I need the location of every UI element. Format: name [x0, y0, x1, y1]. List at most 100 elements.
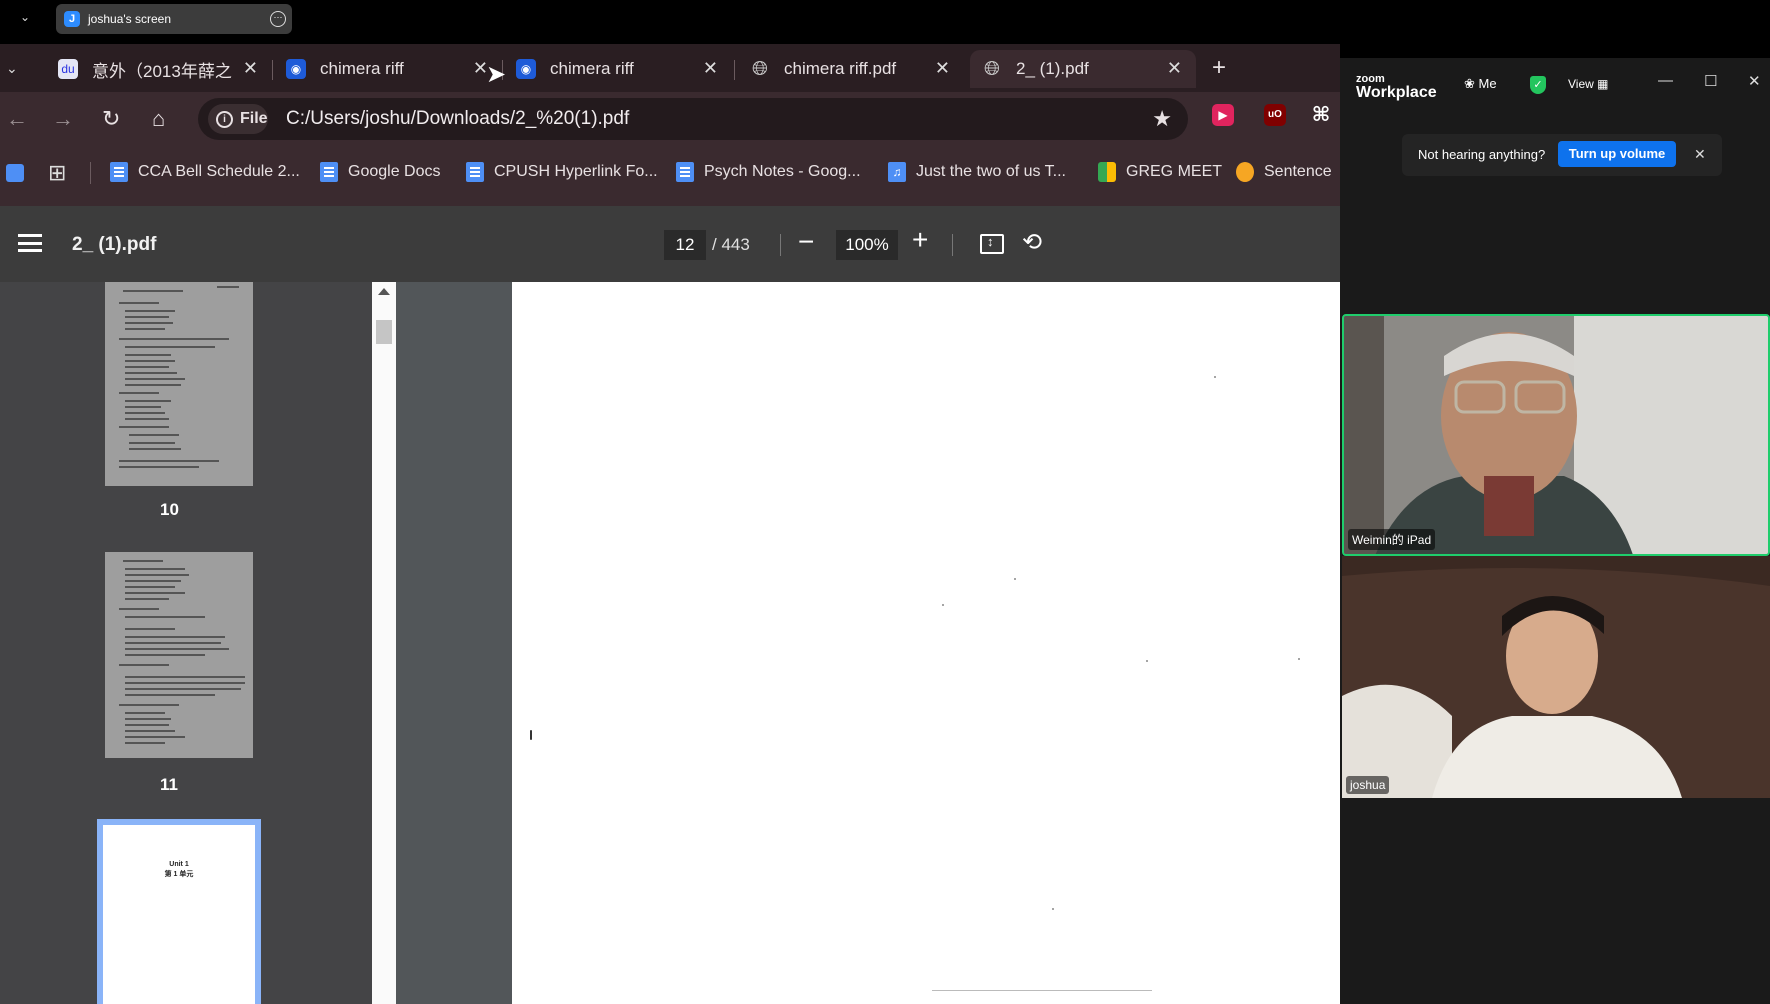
thumbnail-number: 10 [160, 500, 179, 519]
close-banner-icon[interactable]: ✕ [1694, 146, 1706, 163]
meet-icon [1098, 162, 1116, 182]
toolbar-divider [780, 234, 781, 256]
tab-title: chimera riff [550, 59, 634, 78]
fit-page-icon[interactable] [980, 234, 1004, 254]
pdf-gutter [396, 282, 512, 1004]
tab-title: 2_ (1).pdf [1016, 59, 1089, 78]
rotate-icon[interactable]: ⟲ [1022, 228, 1042, 257]
site-info-chip[interactable]: i File [208, 104, 268, 134]
tab-baidu[interactable]: du 意外（2013年薛之 ✕ [44, 50, 272, 88]
share-label: joshua's screen [88, 12, 172, 26]
audio-banner: Not hearing anything? Turn up volume ✕ [1402, 134, 1722, 176]
minimize-icon[interactable]: — [1658, 72, 1673, 89]
zoom-level[interactable]: 100% [836, 230, 898, 260]
globe-icon: 🌐︎ [984, 58, 1000, 80]
bookmark-cpush[interactable]: CPUSH Hyperlink Fo... [466, 158, 658, 186]
tab-title: chimera riff.pdf [784, 59, 897, 78]
toolbar-divider [952, 234, 953, 256]
scroll-thumb[interactable] [376, 320, 392, 344]
baidu-icon: du [58, 59, 78, 79]
participant-video [1342, 556, 1770, 798]
tab-active-pdf[interactable]: 🌐︎ 2_ (1).pdf ✕ [970, 50, 1196, 88]
zoom-in-icon[interactable]: + [912, 224, 928, 256]
view-button[interactable]: View ▦ [1568, 77, 1608, 91]
music-icon: ♫ [888, 162, 906, 182]
pdf-page[interactable] [512, 282, 1340, 1004]
bookmark-divider [90, 162, 91, 184]
reload-icon[interactable]: ↻ [102, 106, 120, 132]
close-tab-icon[interactable]: ✕ [935, 58, 950, 79]
zoom-out-icon[interactable]: − [798, 226, 814, 258]
sidebar-scrollbar[interactable] [372, 282, 396, 1004]
url-text[interactable]: C:/Users/joshu/Downloads/2_%20(1).pdf [286, 108, 629, 130]
bookmark-psych-notes[interactable]: Psych Notes - Goog... [676, 158, 861, 186]
thumbnail-sidebar: 10 11 Unit 1 第 1 单元 [0, 282, 372, 1004]
share-user-icon: J [64, 11, 80, 27]
docs-icon [110, 162, 128, 182]
globe-icon: 🌐︎ [752, 58, 768, 80]
new-tab-icon[interactable]: + [1212, 54, 1226, 82]
thumbnail-heading: Unit 1 [169, 861, 189, 868]
sentence-icon [1236, 162, 1254, 182]
banner-message: Not hearing anything? [1418, 147, 1546, 162]
bookmark-just-the-two[interactable]: ♫ Just the two of us T... [888, 158, 1066, 186]
page-total: / 443 [712, 235, 750, 254]
address-row: ← → ↻ ⌂ i File C:/Users/joshu/Downloads/… [0, 92, 1340, 148]
thumbnail-subheading: 第 1 单元 [164, 871, 194, 878]
back-arrow-icon[interactable]: ← [6, 106, 28, 132]
participant-tile-weimin[interactable]: Weimin的 iPad [1342, 314, 1770, 556]
ublock-icon[interactable]: uO [1264, 104, 1286, 126]
screen-share-pill[interactable]: J joshua's screen ··· [56, 4, 292, 34]
participant-tile-joshua[interactable]: joshua [1342, 556, 1770, 798]
browser-chrome: ⌄ du 意外（2013年薛之 ✕ ◉ chimera riff ✕ ◉ chi… [0, 44, 1340, 206]
apps-button[interactable]: ❀ Me [1464, 76, 1497, 92]
scroll-up-arrow-icon[interactable] [378, 288, 390, 295]
bookmark-greg-meet[interactable]: GREG MEET [1098, 158, 1222, 186]
zoom-logo: zoom Workplace [1356, 73, 1437, 101]
bookmark-cca-bell[interactable]: CCA Bell Schedule 2... [110, 158, 300, 186]
grid-icon: ▦ [1597, 77, 1609, 91]
close-tab-icon[interactable]: ✕ [703, 58, 718, 79]
thumbnail-number: 11 [160, 775, 178, 794]
docs-icon [320, 162, 338, 182]
thumbnail-page-11[interactable] [105, 552, 253, 758]
docs-icon [466, 162, 484, 182]
tab-chimera-2[interactable]: ◉ chimera riff ✕ [502, 50, 732, 88]
tab-chimera-pdf[interactable]: 🌐︎ chimera riff.pdf ✕ [734, 50, 964, 88]
thumbnail-page-12-selected[interactable]: Unit 1 第 1 单元 [97, 819, 261, 1004]
tab-strip: ⌄ du 意外（2013年薛之 ✕ ◉ chimera riff ✕ ◉ chi… [0, 44, 1340, 92]
menu-icon[interactable] [18, 234, 42, 252]
command-icon[interactable]: ⌘ [1310, 104, 1332, 126]
tab-search-icon[interactable]: ⌄ [6, 60, 18, 77]
apps-grid-icon[interactable]: ⊞ [48, 160, 66, 186]
thumbnail-page-10[interactable] [105, 282, 253, 486]
chimera-icon: ◉ [516, 59, 536, 79]
bookmark-app-icon[interactable] [6, 164, 24, 182]
address-bar[interactable]: i File C:/Users/joshu/Downloads/2_%20(1)… [198, 98, 1188, 140]
bookmark-sentence[interactable]: Sentence [1236, 158, 1332, 186]
participant-video [1344, 316, 1768, 554]
home-icon[interactable]: ⌂ [152, 106, 165, 132]
extension-video-icon[interactable]: ▶ [1212, 104, 1234, 126]
pdf-title: 2_ (1).pdf [72, 234, 157, 255]
tab-title: chimera riff [320, 59, 404, 78]
forward-arrow-icon[interactable]: → [52, 106, 74, 132]
close-tab-icon[interactable]: ✕ [243, 58, 258, 79]
maximize-icon[interactable]: ☐ [1704, 72, 1717, 90]
scheme-label: File [240, 110, 268, 127]
bookmark-google-docs[interactable]: Google Docs [320, 158, 441, 186]
info-icon: i [216, 110, 233, 128]
pdf-toolbar: 2_ (1).pdf / 443 − 100% + ⟲ [0, 206, 1340, 282]
zoom-meeting-panel: zoom Workplace ❀ Me ✓ View ▦ — ☐ ✕ Not h… [1340, 58, 1770, 1004]
chevron-down-icon[interactable]: ⌄ [20, 10, 30, 24]
security-shield-icon[interactable]: ✓ [1530, 76, 1546, 94]
page-number-input[interactable] [664, 230, 706, 260]
close-tab-icon[interactable]: ✕ [1167, 58, 1182, 79]
bookmarks-bar: ⊞ CCA Bell Schedule 2... Google Docs CPU… [0, 148, 1340, 198]
tab-chimera-1[interactable]: ◉ chimera riff ✕ [272, 50, 502, 88]
chimera-icon: ◉ [286, 59, 306, 79]
turn-up-volume-button[interactable]: Turn up volume [1558, 141, 1676, 167]
close-window-icon[interactable]: ✕ [1748, 72, 1761, 90]
more-options-icon[interactable]: ··· [270, 11, 286, 27]
bookmark-star-icon[interactable]: ★ [1152, 106, 1172, 132]
